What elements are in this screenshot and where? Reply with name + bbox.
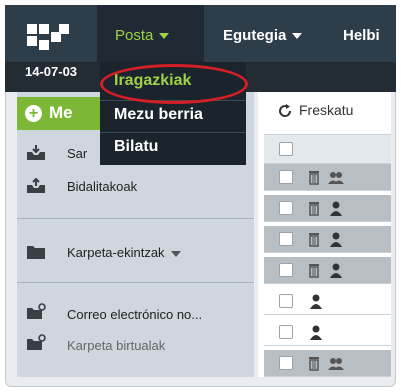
select-all-checkbox[interactable] <box>279 142 293 156</box>
sent-icon <box>27 177 45 193</box>
row-checkbox[interactable] <box>279 263 293 277</box>
trash-icon <box>309 171 319 185</box>
menu-item-bilatu[interactable]: Bilatu <box>100 134 246 160</box>
sidebar-divider <box>17 282 254 283</box>
refresh-icon <box>279 104 292 118</box>
sidebar-item-label: Correo electrónico no... <box>67 307 203 322</box>
message-list-header <box>264 134 391 164</box>
message-row[interactable] <box>264 319 391 346</box>
nav-posta[interactable]: Posta <box>97 5 204 62</box>
inbox-icon <box>27 145 45 160</box>
top-navigation-bar: Posta Egutegia Helbi <box>5 5 396 62</box>
message-row[interactable] <box>264 164 391 191</box>
folder-gear-icon <box>27 334 46 350</box>
person-icon <box>310 325 322 340</box>
highlight-ellipse <box>100 64 248 104</box>
nav-helbi[interactable]: Helbi <box>343 27 380 44</box>
folder-icon <box>27 246 45 259</box>
nav-egutegia-label: Egutegia <box>223 27 287 44</box>
folder-gear-icon <box>27 303 46 319</box>
trash-icon <box>309 357 319 371</box>
chevron-down-icon <box>292 33 303 40</box>
group-icon <box>328 172 344 184</box>
sidebar-item-label: Karpeta birtualak <box>67 338 166 353</box>
date-label: 14-07-03 <box>25 64 78 79</box>
trash-icon <box>309 202 319 216</box>
chevron-down-icon <box>159 33 170 40</box>
message-row[interactable] <box>264 288 391 315</box>
sidebar-item-label: Bidalitakoak <box>67 179 138 194</box>
chevron-down-icon <box>170 250 181 257</box>
nav-helbi-label: Helbi <box>343 27 380 44</box>
row-checkbox[interactable] <box>279 170 293 184</box>
sidebar-item-label: Karpeta-ekintzak <box>67 245 181 260</box>
trash-icon <box>309 264 319 278</box>
person-icon <box>330 263 342 278</box>
row-checkbox[interactable] <box>279 232 293 246</box>
nav-posta-label: Posta <box>115 27 154 44</box>
sidebar-divider <box>17 218 254 219</box>
refresh-button[interactable]: Freskatu <box>277 102 353 119</box>
message-row[interactable] <box>264 226 391 253</box>
person-icon <box>330 201 342 216</box>
menu-item-mezu-berria[interactable]: Mezu berria <box>100 102 246 128</box>
trash-icon <box>309 233 319 247</box>
refresh-label: Freskatu <box>299 102 354 118</box>
message-row[interactable] <box>264 195 391 222</box>
nav-egutegia[interactable]: Egutegia <box>223 27 303 44</box>
menu-divider <box>100 132 246 133</box>
sidebar-item-label: Sar <box>67 146 88 161</box>
person-icon <box>310 294 322 309</box>
person-icon <box>330 232 342 247</box>
row-checkbox[interactable] <box>279 356 293 370</box>
row-checkbox[interactable] <box>279 201 293 215</box>
new-message-label: Me <box>49 103 73 122</box>
message-row[interactable] <box>264 257 391 284</box>
plus-icon: + <box>25 105 42 122</box>
group-icon <box>328 358 344 370</box>
message-row[interactable] <box>264 350 391 377</box>
grid-logo-icon[interactable] <box>25 22 73 52</box>
row-checkbox[interactable] <box>279 325 293 339</box>
row-checkbox[interactable] <box>279 294 293 308</box>
